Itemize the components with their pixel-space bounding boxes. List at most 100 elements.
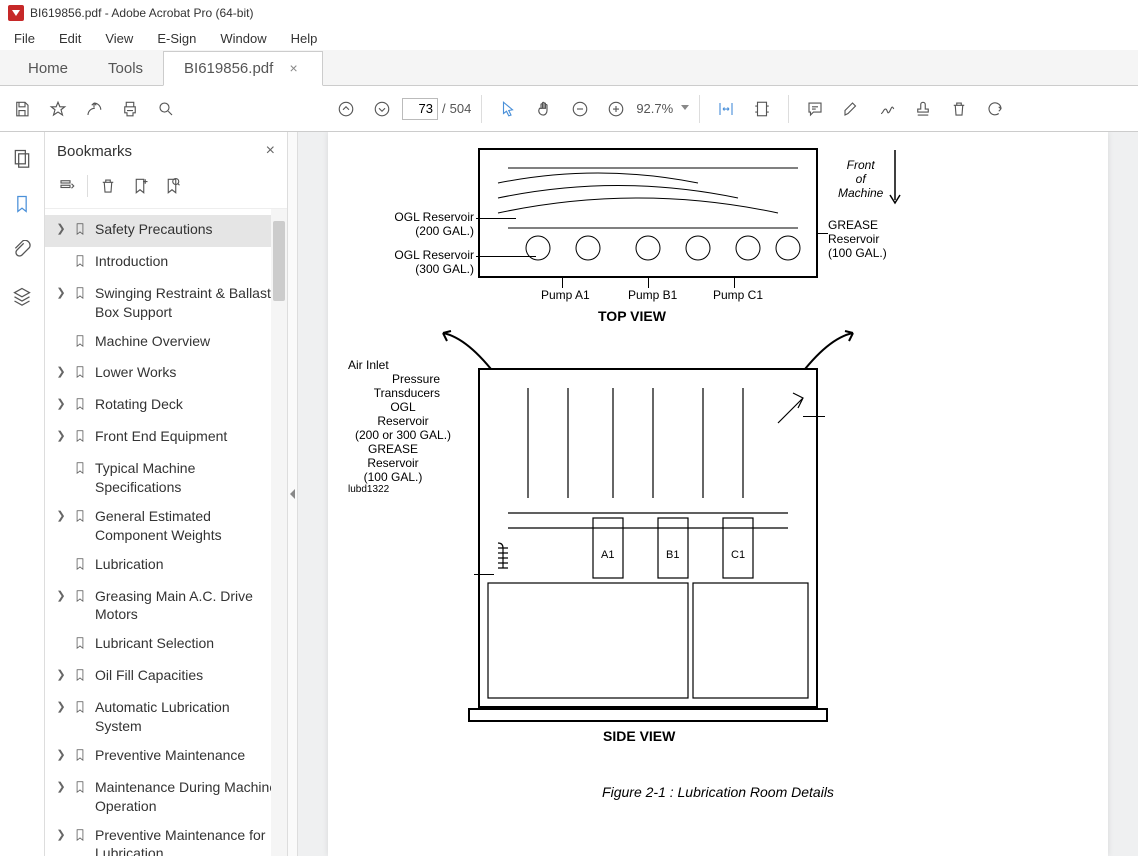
bookmark-icon [73, 635, 89, 656]
scrollbar-thumb[interactable] [273, 221, 285, 301]
expand-icon[interactable]: ❯ [55, 429, 67, 444]
zoom-dropdown[interactable]: 92.7% [636, 101, 689, 116]
thumbnails-panel-button[interactable] [8, 144, 36, 172]
bookmark-icon [73, 779, 89, 800]
bookmark-item[interactable]: ❯Front End Equipment [45, 422, 287, 454]
expand-icon[interactable]: ❯ [55, 222, 67, 237]
page-indicator: / 504 [402, 98, 471, 120]
tab-close-button[interactable]: × [285, 58, 301, 78]
bookmark-item[interactable]: ❯Preventive Maintenance [45, 741, 287, 773]
expand-icon[interactable]: ❯ [55, 828, 67, 843]
chevron-down-icon [681, 105, 689, 113]
bookmark-item[interactable]: ❯Greasing Main A.C. Drive Motors [45, 582, 287, 630]
fit-width-button[interactable] [710, 93, 742, 125]
zoom-out-button[interactable] [564, 93, 596, 125]
save-button[interactable] [6, 93, 38, 125]
menu-edit[interactable]: Edit [49, 29, 91, 48]
sidebar-close-button[interactable]: × [266, 142, 275, 160]
expand-icon[interactable]: ❯ [55, 589, 67, 604]
page-down-button[interactable] [366, 93, 398, 125]
zoom-in-button[interactable] [600, 93, 632, 125]
highlight-button[interactable] [835, 93, 867, 125]
bookmark-icon [73, 253, 89, 274]
bookmark-icon [73, 667, 89, 688]
bookmark-item[interactable]: Lubrication [45, 550, 287, 582]
sign-button[interactable] [871, 93, 903, 125]
menu-window[interactable]: Window [210, 29, 276, 48]
expand-icon[interactable]: ❯ [55, 668, 67, 683]
label-pressure-trans: PressureTransducers [348, 372, 440, 400]
bookmarks-panel-button[interactable] [8, 190, 36, 218]
scrollbar-track[interactable] [271, 209, 287, 856]
bookmark-item[interactable]: Introduction [45, 247, 287, 279]
svg-text:B1: B1 [666, 549, 679, 561]
layers-panel-button[interactable] [8, 282, 36, 310]
figure-diagram: OGL Reservoir(200 GAL.) OGL Reservoir(30… [348, 138, 1088, 800]
tab-home[interactable]: Home [8, 52, 88, 85]
bookmark-item[interactable]: Machine Overview [45, 327, 287, 359]
sidebar-header: Bookmarks × [45, 132, 287, 170]
figure-caption: Figure 2-1 : Lubrication Room Details [348, 784, 1088, 800]
window-titlebar: BI619856.pdf - Adobe Acrobat Pro (64-bit… [0, 0, 1138, 26]
expand-icon[interactable]: ❯ [55, 397, 67, 412]
bookmark-item[interactable]: ❯Rotating Deck [45, 390, 287, 422]
navigation-rail [0, 132, 45, 856]
redo-button[interactable] [979, 93, 1011, 125]
select-tool-button[interactable] [492, 93, 524, 125]
sidebar-title: Bookmarks [57, 143, 132, 160]
bookmark-icon [73, 364, 89, 385]
bookmark-add-button[interactable] [128, 174, 152, 198]
bookmark-find-button[interactable] [160, 174, 184, 198]
tab-tools[interactable]: Tools [88, 52, 163, 85]
expand-icon[interactable]: ❯ [55, 780, 67, 795]
page-number-input[interactable] [402, 98, 438, 120]
page-up-button[interactable] [330, 93, 362, 125]
svg-text:A1: A1 [601, 549, 614, 561]
find-button[interactable] [150, 93, 182, 125]
document-viewer[interactable]: OGL Reservoir(200 GAL.) OGL Reservoir(30… [298, 132, 1138, 856]
menu-file[interactable]: File [4, 29, 45, 48]
share-button[interactable] [78, 93, 110, 125]
expand-icon[interactable]: ❯ [55, 700, 67, 715]
bookmark-item[interactable]: ❯Lower Works [45, 358, 287, 390]
label-pump-a1: Pump A1 [541, 288, 590, 302]
bookmark-item[interactable]: ❯ Maintenance During Machine Operation [45, 773, 287, 821]
tab-document[interactable]: BI619856.pdf × [163, 51, 323, 86]
page-separator: / [442, 101, 446, 116]
bookmark-label: Safety Precautions [95, 220, 279, 239]
bookmark-options-button[interactable] [55, 174, 79, 198]
main-toolbar: / 504 92.7% [0, 86, 1138, 132]
bookmark-item[interactable]: ❯ Safety Precautions [45, 215, 287, 247]
bookmark-item[interactable]: ❯Swinging Restraint & Ballast Box Suppor… [45, 279, 287, 327]
bookmark-label: Automatic Lubrication System [95, 698, 279, 736]
hand-tool-button[interactable] [528, 93, 560, 125]
print-button[interactable] [114, 93, 146, 125]
bookmark-item[interactable]: ❯General Estimated Component Weights [45, 502, 287, 550]
menu-view[interactable]: View [95, 29, 143, 48]
fit-page-button[interactable] [746, 93, 778, 125]
bookmark-label: Maintenance During Machine Operation [95, 778, 279, 816]
expand-icon[interactable]: ❯ [55, 286, 67, 301]
attachments-panel-button[interactable] [8, 236, 36, 264]
menu-help[interactable]: Help [281, 29, 328, 48]
expand-icon[interactable]: ❯ [55, 365, 67, 380]
bookmark-item[interactable]: ❯ Oil Fill Capacities [45, 661, 287, 693]
document-tabbar: Home Tools BI619856.pdf × [0, 50, 1138, 86]
bookmark-label: Oil Fill Capacities [95, 666, 279, 685]
bookmark-item[interactable]: Typical Machine Specifications [45, 454, 287, 502]
main-area: Bookmarks × ❯ Safety Precautions Introduct… [0, 132, 1138, 856]
sidebar-collapse-handle[interactable] [288, 132, 298, 856]
bookmark-item[interactable]: ❯ Automatic Lubrication System [45, 693, 287, 741]
expand-icon[interactable]: ❯ [55, 748, 67, 763]
expand-icon[interactable]: ❯ [55, 509, 67, 524]
delete-button[interactable] [943, 93, 975, 125]
zoom-value: 92.7% [636, 101, 673, 116]
menu-esign[interactable]: E-Sign [147, 29, 206, 48]
bookmark-delete-button[interactable] [96, 174, 120, 198]
comment-button[interactable] [799, 93, 831, 125]
label-top-view: TOP VIEW [598, 308, 666, 324]
stamp-button[interactable] [907, 93, 939, 125]
bookmark-item[interactable]: Lubricant Selection [45, 629, 287, 661]
bookmark-item[interactable]: ❯Preventive Maintenance for Lubrication [45, 821, 287, 856]
star-button[interactable] [42, 93, 74, 125]
